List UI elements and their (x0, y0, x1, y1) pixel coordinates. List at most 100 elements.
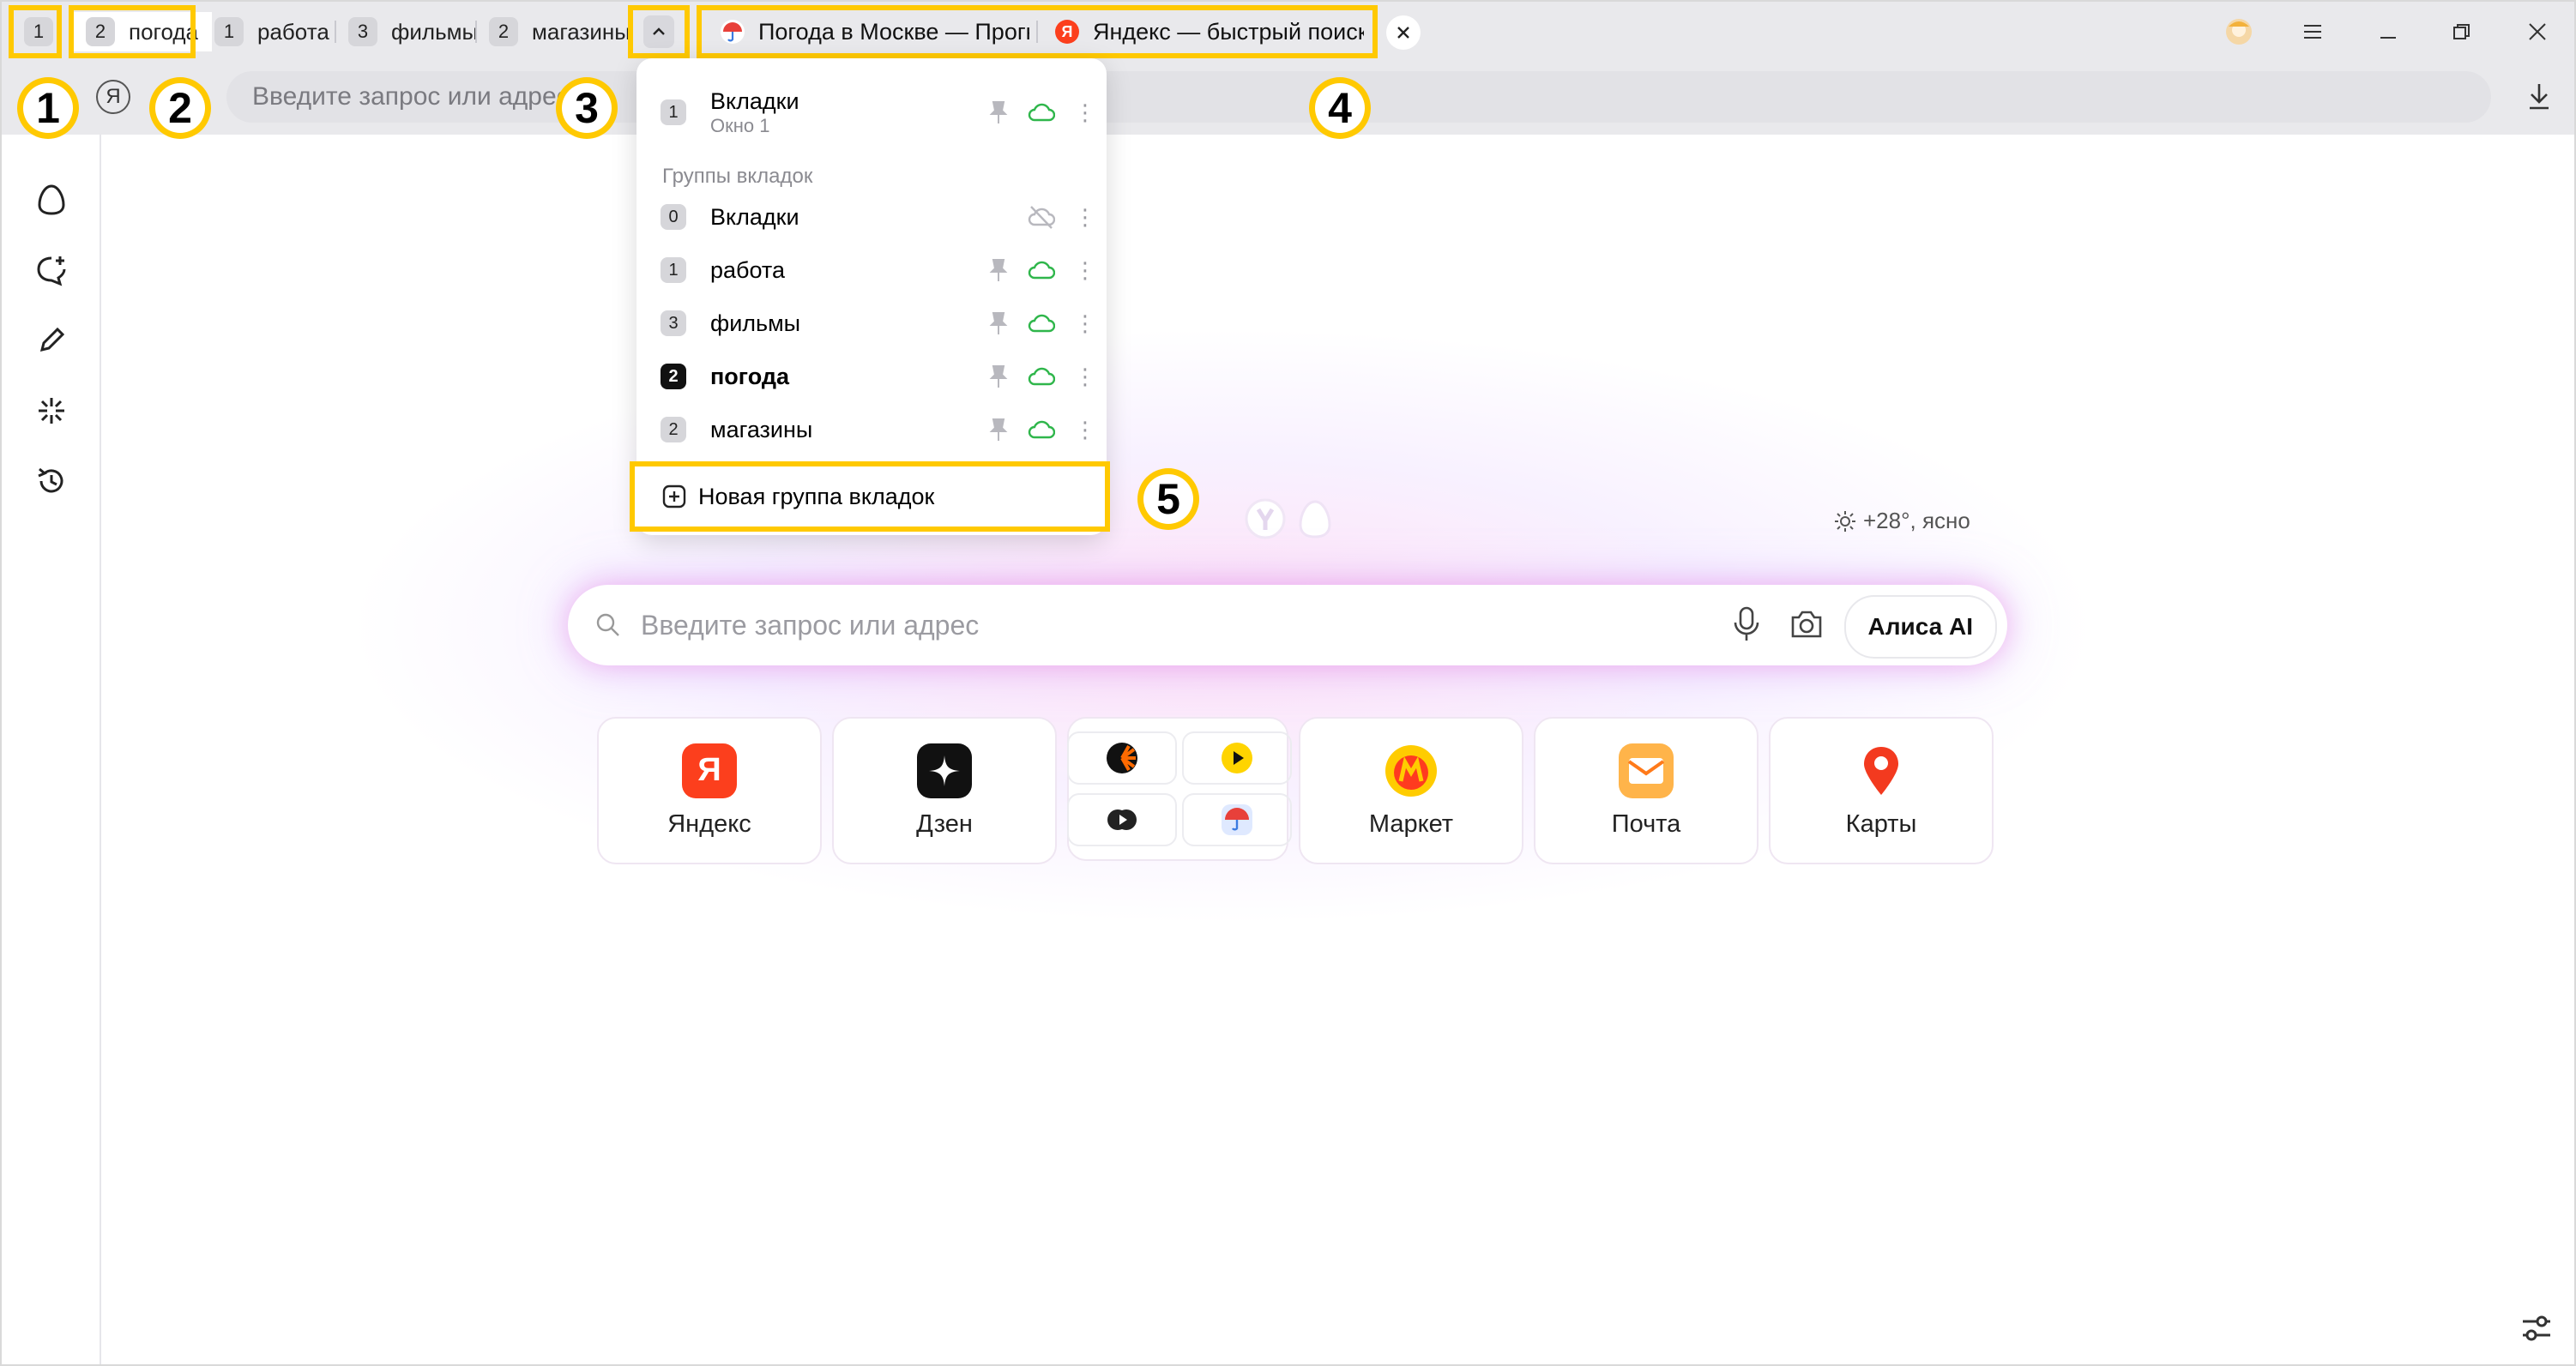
pin-icon[interactable] (988, 258, 1009, 282)
menu-item-group-shops[interactable]: 2 магазины ⋮ (661, 408, 1096, 451)
new-tab-group-button[interactable]: Новая группа вкладок (630, 461, 1110, 532)
menu-item-count: 1 (661, 257, 686, 283)
microphone-icon (1734, 606, 1759, 641)
menu-item-group-movies[interactable]: 3 фильмы ⋮ (661, 302, 1096, 345)
market-icon (1384, 743, 1439, 798)
sun-icon (1835, 510, 1855, 532)
tile-maps[interactable]: Карты (1769, 717, 1994, 864)
tile-dzen[interactable]: Дзен (832, 717, 1057, 864)
tile-market[interactable]: Маркет (1299, 717, 1523, 864)
more-icon[interactable]: ⋮ (1074, 312, 1096, 334)
pin-icon[interactable] (988, 364, 1009, 388)
tile-mail[interactable]: Почта (1534, 717, 1759, 864)
main-search-box[interactable]: Введите запрос или адрес Алиса AI (568, 585, 2007, 665)
cloud-sync-icon[interactable] (1028, 102, 1055, 123)
close-tab-button[interactable] (1386, 15, 1421, 50)
new-chat-icon[interactable] (31, 250, 72, 291)
tab-group-shops[interactable]: 2 магазины (489, 15, 630, 48)
alice-ai-button[interactable]: Алиса AI (1843, 595, 1997, 659)
pin-icon[interactable] (988, 311, 1009, 335)
tab-group-work[interactable]: 1 работа (214, 15, 329, 48)
highlight-frame (9, 5, 62, 58)
pin-icon[interactable] (988, 418, 1009, 442)
tile-services-group[interactable] (1067, 717, 1292, 861)
menu-item-group-weather[interactable]: 2 погода ⋮ (661, 355, 1096, 398)
menu-item-title: фильмы (710, 310, 801, 336)
tile-label: Карты (1845, 809, 1917, 838)
more-icon[interactable]: ⋮ (1074, 418, 1096, 441)
yandex-logo-icon[interactable]: Я (96, 80, 130, 114)
tab-group-movies[interactable]: 3 фильмы (348, 15, 478, 48)
weather-text: +28°, ясно (1863, 508, 1970, 533)
menu-item-count: 1 (661, 99, 686, 125)
callout-5: 5 (1137, 468, 1199, 530)
more-icon[interactable]: ⋮ (1074, 365, 1096, 388)
download-icon (2530, 84, 2549, 110)
tab-group-count: 3 (348, 17, 377, 46)
cloud-sync-icon[interactable] (1028, 313, 1055, 334)
yandex-icon: Я (682, 743, 737, 798)
menu-item-count: 2 (661, 417, 686, 442)
menu-button[interactable] (2295, 17, 2330, 46)
cloud-sync-icon[interactable] (1028, 366, 1055, 387)
page-settings-button[interactable] (2518, 1309, 2555, 1347)
cloud-off-icon[interactable] (1028, 205, 1055, 229)
menu-item-window-tabs[interactable]: 1 Вкладки Окно 1 ⋮ (661, 82, 1096, 142)
callout-2: 2 (149, 77, 211, 139)
pin-icon[interactable] (988, 100, 1009, 124)
divider (335, 21, 336, 43)
highlight-frame (628, 5, 690, 58)
image-search-button[interactable] (1788, 605, 1825, 647)
alice-icon[interactable] (31, 179, 72, 220)
tile-label: Маркет (1368, 809, 1454, 838)
menu-item-group-work[interactable]: 1 работа ⋮ (661, 249, 1096, 292)
new-tab-group-label: Новая группа вкладок (698, 483, 935, 509)
restore-icon (2453, 24, 2470, 39)
address-placeholder: Введите запрос или адрес (252, 82, 570, 111)
menu-item-count: 3 (661, 310, 686, 336)
highlight-frame (697, 5, 1378, 58)
menu-item-group-tabs[interactable]: 0 Вкладки ⋮ (661, 196, 1096, 238)
alice-logo-icon (1299, 500, 1331, 539)
left-sidebar (2, 135, 101, 1364)
tab-group-label: работа (257, 18, 329, 45)
pencil-icon[interactable] (31, 320, 72, 361)
quick-links: Я Яндекс Дзен Маркет Почта Карты (597, 717, 1994, 864)
callout-3: 3 (556, 77, 618, 139)
close-icon (1397, 27, 1409, 39)
tile-label: Дзен (916, 809, 973, 838)
minimize-icon (2380, 37, 2396, 39)
highlight-frame (69, 5, 196, 58)
close-window-button[interactable] (2520, 17, 2555, 46)
cloud-sync-icon[interactable] (1028, 260, 1055, 280)
tile-label: Почта (1611, 809, 1681, 838)
avatar-icon[interactable] (2222, 17, 2256, 46)
tab-group-count: 1 (214, 17, 244, 46)
sparkle-icon[interactable] (31, 390, 72, 431)
weather-widget[interactable]: +28°, ясно (1834, 508, 1970, 534)
cloud-sync-icon[interactable] (1028, 419, 1055, 440)
search-icon (596, 613, 619, 636)
menu-item-title: магазины (710, 416, 813, 442)
history-icon[interactable] (31, 460, 72, 502)
voice-search-button[interactable] (1731, 605, 1762, 647)
close-icon (2529, 23, 2546, 40)
more-icon[interactable]: ⋮ (1074, 259, 1096, 281)
divider (475, 21, 477, 43)
dzen-icon (917, 743, 972, 798)
menu-item-title: Вкладки (710, 87, 799, 114)
downloads-button[interactable] (2526, 81, 2552, 115)
video-icon (1182, 731, 1292, 785)
menu-item-count: 0 (661, 204, 686, 230)
minimize-button[interactable] (2371, 17, 2405, 46)
music-icon (1067, 793, 1177, 846)
tile-yandex[interactable]: Я Яндекс (597, 717, 822, 864)
more-icon[interactable]: ⋮ (1074, 101, 1096, 123)
yandex-alice-logo (1244, 497, 1336, 540)
menu-item-title: работа (710, 256, 785, 283)
menu-section-caption: Группы вкладок (662, 165, 813, 188)
hamburger-icon (2304, 25, 2321, 39)
menu-item-title: погода (710, 363, 789, 389)
restore-button[interactable] (2445, 17, 2479, 46)
more-icon[interactable]: ⋮ (1074, 206, 1096, 228)
